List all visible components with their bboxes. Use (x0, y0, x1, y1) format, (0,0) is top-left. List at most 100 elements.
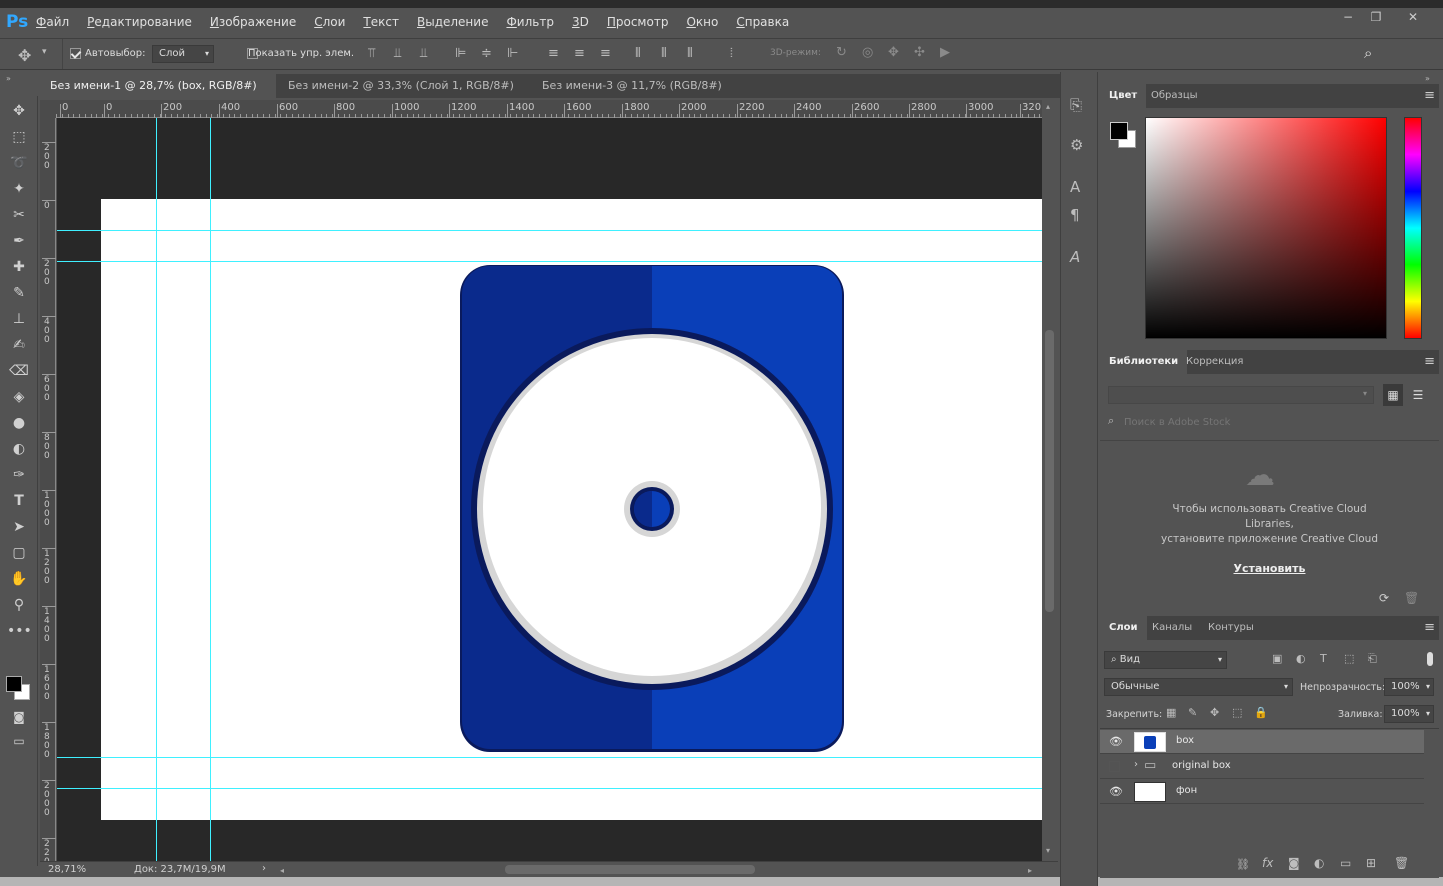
scroll-down-icon[interactable]: ▾ (1046, 846, 1050, 855)
align-left-icon[interactable]: ⊫ (455, 46, 466, 61)
healing-brush-icon[interactable]: ✚ (7, 256, 31, 278)
lock-position-icon[interactable]: ✥ (1210, 706, 1219, 719)
menu-view[interactable]: Просмотр (607, 15, 669, 29)
lock-all-icon[interactable]: 🔒 (1254, 706, 1268, 719)
scroll-thumb[interactable] (1045, 330, 1054, 612)
distribute-hcenter-icon[interactable]: ⦀ (661, 46, 667, 61)
filter-type-icon[interactable]: T (1320, 652, 1327, 665)
status-menu-arrow[interactable]: › (262, 863, 266, 874)
delete-layer-icon[interactable]: 🗑 (1394, 856, 1409, 870)
hue-slider[interactable] (1404, 117, 1422, 339)
cc-sync-icon[interactable]: ⟳ (1379, 591, 1389, 605)
move-tool-icon[interactable]: ✥ (18, 46, 31, 65)
guide-horizontal[interactable] (57, 757, 1042, 758)
more-tools-icon[interactable]: ••• (7, 620, 32, 642)
align-vcenter-icon[interactable]: ⫫ (394, 46, 401, 61)
collapse-left-icon[interactable]: » (6, 74, 11, 83)
blur-icon[interactable]: ● (7, 412, 31, 434)
vertical-scrollbar[interactable]: ▴ ▾ (1042, 100, 1058, 861)
pan-3d-icon[interactable]: ✥ (888, 45, 899, 60)
character-icon[interactable]: A (1070, 178, 1080, 196)
filter-smart-icon[interactable]: ⎗ (1368, 652, 1377, 666)
restore-button[interactable]: ❐ (1365, 10, 1387, 26)
zoom-level[interactable]: 28,71% (48, 864, 86, 875)
tab-swatches[interactable]: Образцы (1142, 84, 1207, 108)
menu-edit[interactable]: Редактирование (87, 15, 192, 29)
paint-bucket-icon[interactable]: ◈ (7, 386, 31, 408)
tab-color[interactable]: Цвет (1100, 84, 1147, 108)
link-layers-icon[interactable]: ⛓ (1236, 858, 1250, 871)
menu-layers[interactable]: Слои (314, 15, 345, 29)
lasso-icon[interactable]: ➰ (7, 152, 31, 174)
menu-3d[interactable]: 3D (572, 15, 589, 29)
path-select-icon[interactable]: ➤ (7, 516, 31, 538)
layer-row-original-box[interactable]: › ▭ original box (1100, 755, 1424, 779)
tab-document-3[interactable]: Без имени-3 @ 11,7% (RGB/8#) *× (532, 74, 734, 116)
search-icon[interactable]: ⌕ (1364, 44, 1372, 62)
glyphs-icon[interactable]: A (1070, 248, 1080, 266)
eye-icon[interactable]: 👁 (1109, 735, 1123, 748)
distribute-vcenter-icon[interactable]: ≡ (574, 46, 585, 61)
crop-icon[interactable]: ✂ (7, 204, 31, 226)
tab-layers[interactable]: Слои (1100, 616, 1147, 640)
add-mask-icon[interactable]: ◙ (1288, 856, 1300, 870)
marquee-icon[interactable]: ⬚ (7, 126, 31, 148)
brush-icon[interactable]: ✎ (7, 282, 31, 304)
type-icon[interactable]: T (7, 490, 31, 512)
color-field[interactable] (1145, 117, 1387, 339)
pen-icon[interactable]: ✑ (7, 464, 31, 486)
menu-text[interactable]: Текст (363, 15, 399, 29)
eraser-icon[interactable]: ⌫ (7, 360, 31, 382)
menu-select[interactable]: Выделение (417, 15, 488, 29)
fill-input[interactable]: 100% ▾ (1384, 705, 1434, 723)
guide-horizontal[interactable] (57, 230, 1042, 231)
align-hcenter-icon[interactable]: ≑ (481, 46, 492, 61)
panel-menu-icon[interactable]: ≡ (1424, 620, 1435, 635)
layer-row-background[interactable]: 👁 фон (1100, 780, 1424, 804)
auto-align-icon[interactable]: ⦙ (730, 46, 733, 61)
history-brush-icon[interactable]: ✍ (7, 334, 31, 356)
distribute-top-icon[interactable]: ≡ (548, 46, 559, 61)
layer-name[interactable]: original box (1172, 760, 1231, 771)
collapse-right-icon[interactable]: » (1425, 74, 1430, 83)
tab-libraries[interactable]: Библиотеки (1100, 350, 1188, 374)
shape-icon[interactable]: ▢ (7, 542, 31, 564)
filter-shape-icon[interactable]: ⬚ (1344, 652, 1354, 665)
library-select[interactable]: ▾ (1108, 386, 1374, 404)
distribute-left-icon[interactable]: ⦀ (635, 46, 641, 61)
autoselect-checkbox[interactable] (70, 48, 81, 59)
layer-name[interactable]: box (1176, 735, 1194, 746)
camera-3d-icon[interactable]: ▶ (940, 45, 950, 60)
new-layer-icon[interactable]: ⊞ (1366, 856, 1376, 870)
actions-icon[interactable]: ⚙ (1070, 136, 1083, 154)
trash-icon[interactable]: 🗑 (1404, 591, 1419, 605)
stock-search-input[interactable] (1124, 413, 1424, 431)
workspace[interactable] (57, 118, 1042, 861)
chevron-down-icon[interactable]: ▾ (42, 47, 47, 57)
screen-mode-icon[interactable]: ▭ (7, 730, 31, 752)
guide-horizontal[interactable] (57, 788, 1042, 789)
filter-pixel-icon[interactable]: ▣ (1272, 652, 1282, 665)
scroll-left-icon[interactable]: ◂ (280, 866, 284, 875)
tab-document-1[interactable]: Без имени-1 @ 28,7% (box, RGB/8#) *× (40, 74, 276, 116)
filter-adjustment-icon[interactable]: ◐ (1296, 652, 1306, 665)
layer-filter-select[interactable]: ⌕ Вид ▾ (1104, 651, 1227, 669)
grid-view-icon[interactable]: ▦ (1383, 384, 1403, 406)
align-right-icon[interactable]: ⊩ (507, 46, 518, 61)
tab-document-2[interactable]: Без имени-2 @ 33,3% (Слой 1, RGB/8#) *× (278, 74, 530, 116)
layer-name[interactable]: фон (1176, 785, 1197, 796)
scroll-right-icon[interactable]: ▸ (1028, 866, 1032, 875)
foreground-color-swatch[interactable] (1110, 122, 1128, 140)
dodge-icon[interactable]: ◐ (7, 438, 31, 460)
foreground-color-swatch[interactable] (6, 676, 22, 692)
scroll-up-icon[interactable]: ▴ (1046, 102, 1050, 111)
new-group-icon[interactable]: ▭ (1340, 856, 1351, 870)
menu-window[interactable]: Окно (686, 15, 718, 29)
chevron-right-icon[interactable]: › (1134, 759, 1138, 770)
horizontal-scroll-thumb[interactable] (505, 865, 755, 874)
opacity-input[interactable]: 100% ▾ (1384, 678, 1434, 696)
panel-menu-icon[interactable]: ≡ (1424, 88, 1435, 103)
tab-paths[interactable]: Контуры (1199, 616, 1263, 640)
menu-image[interactable]: Изображение (210, 15, 296, 29)
zoom-icon[interactable]: ⚲ (7, 594, 31, 616)
